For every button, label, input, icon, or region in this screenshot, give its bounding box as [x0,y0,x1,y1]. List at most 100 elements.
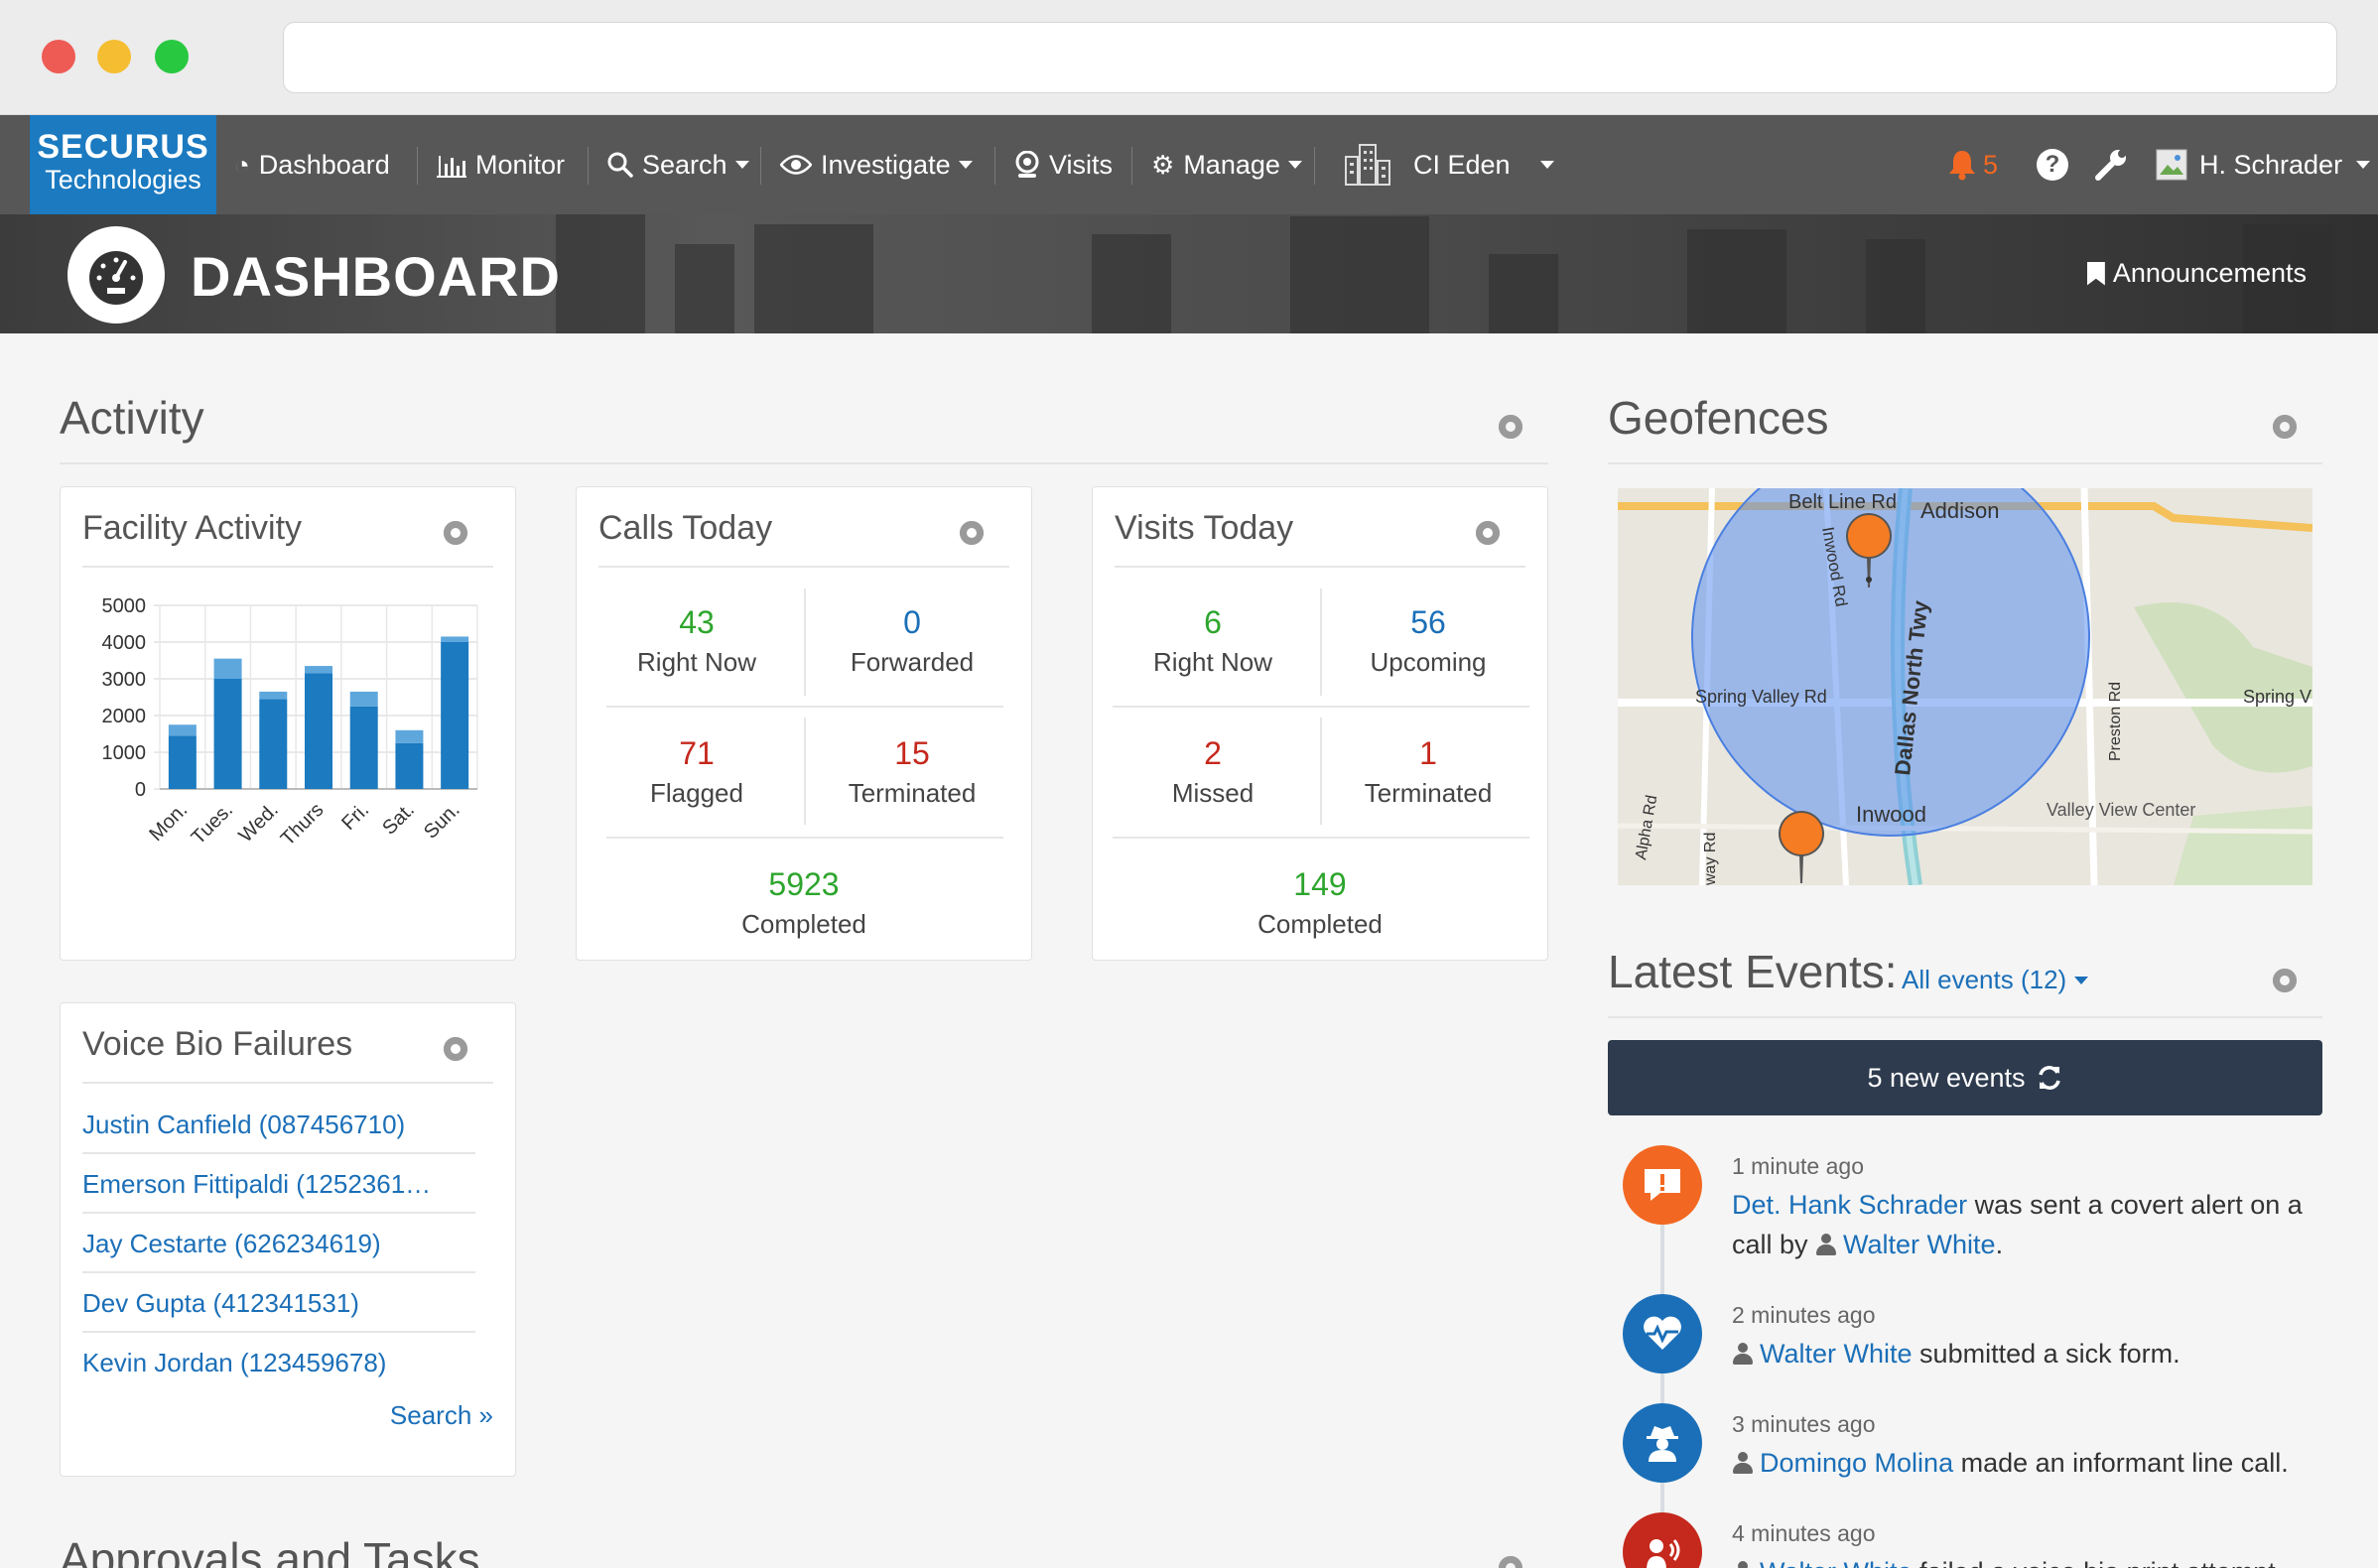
announcements-button[interactable]: Announcements [2086,258,2307,289]
chevron-down-icon [734,161,749,169]
bar-segment [395,729,424,743]
new-events-label: 5 new events [1867,1062,2026,1093]
alerts-button[interactable]: 5 [1947,115,1998,214]
visits-upcoming-value: 56 [1410,604,1446,640]
geofences-settings-icon[interactable] [2273,415,2297,439]
nav-monitor[interactable]: Monitor [437,115,565,214]
building-icon [1345,144,1390,186]
bar-chart-icon [437,156,466,178]
nav-dashboard[interactable]: ◔ Dashboard [234,115,390,214]
logo-line1: SECURUS [37,128,209,166]
facility-name: CI Eden [1413,149,1511,180]
facility-activity-card: Facility Activity 5000 4000 3000 2000 1000 0 M… [60,486,516,961]
nav-search[interactable]: Search [607,115,749,214]
chevron-down-icon [1539,161,1554,169]
voice-bio-item[interactable]: Jay Cestarte (626234619) [82,1214,475,1273]
visits-right-now-stat[interactable]: 6 Right Now [1114,602,1312,682]
nav-visits[interactable]: Visits [1014,115,1113,214]
logo-line2: Technologies [45,165,201,195]
nav-divider [994,147,995,185]
calls-right-now-label: Right Now [637,647,756,677]
nav-investigate[interactable]: Investigate [780,115,973,214]
help-button[interactable]: ? [2037,115,2068,214]
visits-missed-stat[interactable]: 2 Missed [1114,733,1312,813]
grid-divider [1320,588,1322,696]
chevron-down-icon [1287,161,1302,169]
tools-button[interactable] [2094,115,2128,214]
securus-logo[interactable]: SECURUS Technologies [30,115,216,214]
visits-right-now-value: 6 [1204,604,1222,640]
visits-terminated-value: 1 [1419,735,1437,771]
calls-flagged-stat[interactable]: 71 Flagged [597,733,796,813]
voice-bio-search-link[interactable]: Search » [390,1400,493,1431]
nav-investigate-label: Investigate [821,149,951,180]
voice-bio-item[interactable]: Dev Gupta (412341531) [82,1273,475,1333]
calls-today-settings-icon[interactable] [960,521,984,545]
bar-segment [168,735,197,789]
nav-visits-label: Visits [1049,149,1114,180]
person-icon [1732,1343,1754,1365]
skyline-decoration [1489,254,1558,333]
alert-count-badge: 5 [1983,149,1999,180]
nav-monitor-label: Monitor [475,149,566,180]
facility-selector[interactable]: CI Eden [1344,115,1554,214]
gear-icon: ⚙ [1151,149,1175,180]
calls-forwarded-label: Forwarded [850,647,975,677]
minimize-window-button[interactable] [97,40,131,73]
new-events-button[interactable]: 5 new events [1608,1040,2322,1115]
visits-completed-stat[interactable]: 149 Completed [1221,864,1419,944]
nav-manage[interactable]: ⚙ Manage [1151,115,1302,214]
events-filter-dropdown[interactable]: All events (12) [1902,965,2089,995]
event-time: 1 minute ago [1732,1153,1864,1179]
event-target-link[interactable]: Walter White [1843,1230,1996,1259]
approvals-title: Approvals and Tasks [60,1533,480,1568]
user-menu[interactable]: H. Schrader [2156,115,2371,214]
approvals-settings-icon[interactable] [1499,1556,1522,1568]
bar-segment [168,724,197,736]
event-text: Det. Hank Schrader was sent a covert ale… [1732,1185,2308,1264]
calls-completed-value: 5923 [768,866,840,902]
voice-bio-settings-icon[interactable] [444,1037,467,1061]
maximize-window-button[interactable] [155,40,189,73]
help-icon: ? [2037,149,2068,181]
visits-today-settings-icon[interactable] [1476,521,1500,545]
event-actor-link[interactable]: Walter White [1760,1339,1913,1369]
skyline-decoration [1290,216,1429,333]
x-tick-label: Sat. [378,799,419,840]
event-actor-link[interactable]: Domingo Molina [1760,1448,1953,1478]
person-icon [1732,1561,1754,1568]
alert-bubble-icon [1623,1145,1702,1225]
event-actor-link[interactable]: Walter White [1760,1557,1913,1568]
calls-forwarded-stat[interactable]: 0 Forwarded [813,602,1011,682]
page-title: DASHBOARD [191,245,561,308]
facility-activity-settings-icon[interactable] [444,521,467,545]
latest-events-title: Latest Events: [1608,946,1898,997]
voice-bio-item[interactable]: Justin Canfield (087456710) [82,1095,475,1154]
x-tick-label: Wed. [235,799,283,847]
nav-divider [1314,147,1315,185]
activity-title: Activity [60,392,204,444]
nav-divider [588,147,589,185]
visits-terminated-stat[interactable]: 1 Terminated [1329,733,1527,813]
event-actor-link[interactable]: Det. Hank Schrader [1732,1190,1967,1220]
map-svg: Belt Line Rd Addison Spring Valley Rd Sp… [1618,488,2312,885]
voice-bio-item[interactable]: Kevin Jordan (123459678) [82,1333,475,1392]
activity-settings-icon[interactable] [1499,415,1522,439]
calls-right-now-stat[interactable]: 43 Right Now [597,602,796,682]
address-bar[interactable] [283,22,2337,93]
bar-segment [349,706,378,789]
close-window-button[interactable] [42,40,75,73]
calls-terminated-stat[interactable]: 15 Terminated [813,733,1011,813]
voice-bio-item[interactable]: Emerson Fittipaldi (1252361… [82,1154,475,1214]
webcam-icon [1015,151,1039,178]
calls-completed-stat[interactable]: 5923 Completed [705,864,903,944]
bar-segment [395,742,424,789]
events-settings-icon[interactable] [2273,969,2297,992]
card-divider [598,566,1009,568]
wrench-icon [2095,150,2126,181]
visits-upcoming-stat[interactable]: 56 Upcoming [1329,602,1527,682]
geofence-map[interactable]: Belt Line Rd Addison Spring Valley Rd Sp… [1618,488,2312,885]
card-title: Calls Today [598,509,773,547]
event-punctuation: . [1995,1230,2004,1259]
map-label: Spring Valley Rd [1695,687,1827,707]
